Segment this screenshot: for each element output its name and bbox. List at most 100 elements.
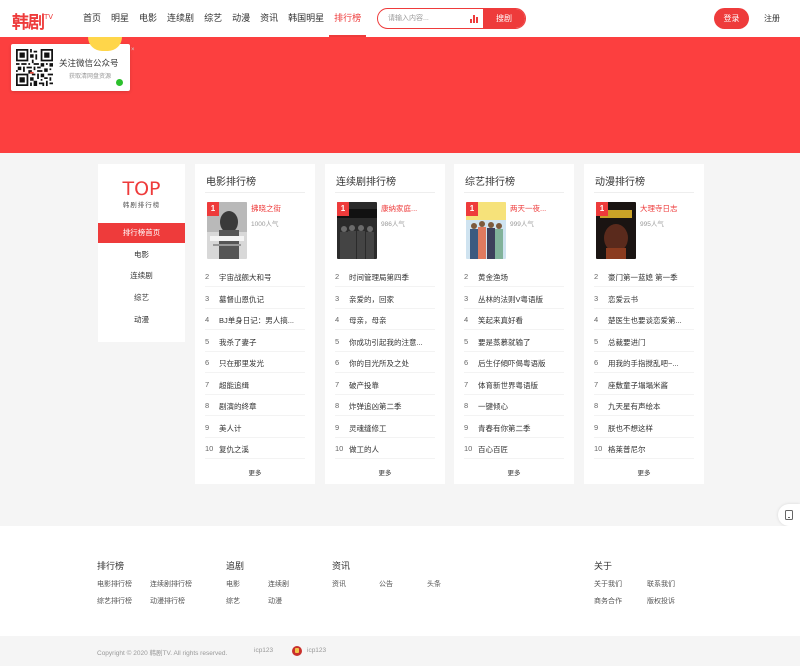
rank-title[interactable]: 黄金渔场 xyxy=(478,272,564,283)
top-item-title[interactable]: 拂晓之街 xyxy=(251,203,281,214)
rank-title[interactable]: 格莱普尼尔 xyxy=(608,444,694,455)
side-item-home[interactable]: 排行榜首页 xyxy=(98,223,185,243)
footer-link[interactable]: 动漫排行榜 xyxy=(150,596,185,606)
rank-title[interactable]: 超能追缉 xyxy=(219,380,305,391)
rank-row[interactable]: 9 青春有你第二季 xyxy=(464,417,564,438)
search-button[interactable]: 搜剧 xyxy=(483,9,525,28)
rank-title[interactable]: 楚医生也要谈恋爱第... xyxy=(608,315,694,326)
rank-row[interactable]: 5 总裁要进门 xyxy=(594,331,694,352)
footer-link[interactable]: 头条 xyxy=(427,579,441,589)
rank-row[interactable]: 7 超能追缉 xyxy=(205,374,305,395)
rank-row[interactable]: 2 宇宙战舰大和号 xyxy=(205,266,305,287)
footer-link[interactable]: 电影 xyxy=(226,579,240,589)
footer-link[interactable]: 连续剧 xyxy=(268,579,289,589)
rank-row[interactable]: 2 黄金渔场 xyxy=(464,266,564,287)
footer-link[interactable]: 版权投诉 xyxy=(647,596,675,606)
more-link[interactable]: 更多 xyxy=(325,467,445,477)
footer-link[interactable]: 综艺排行榜 xyxy=(97,596,132,606)
top-ranked-item[interactable]: 1 康纳家庭... 986人气 xyxy=(335,200,439,260)
rank-row[interactable]: 10 复仇之溪 xyxy=(205,438,305,459)
search-input[interactable] xyxy=(388,12,468,25)
rank-title[interactable]: 一键倾心 xyxy=(478,401,564,412)
card-title[interactable]: 动漫排行榜 xyxy=(595,173,645,188)
poster-image[interactable]: 1 xyxy=(596,202,636,259)
footer-link[interactable]: 资讯 xyxy=(332,579,346,589)
nav-item-anime[interactable]: 动漫 xyxy=(227,0,255,37)
rank-title[interactable]: 豪门第一蓝媳 第一季 xyxy=(608,272,694,283)
register-link[interactable]: 注册 xyxy=(764,13,780,24)
rank-title[interactable]: 恋爱云书 xyxy=(608,294,694,305)
nav-item-movies[interactable]: 电影 xyxy=(134,0,162,37)
rank-row[interactable]: 10 格莱普尼尔 xyxy=(594,438,694,459)
rank-title[interactable]: 宇宙战舰大和号 xyxy=(219,272,305,283)
nav-item-stars[interactable]: 明星 xyxy=(106,0,134,37)
rank-title[interactable]: 灵魂缝修工 xyxy=(349,423,435,434)
nav-item-news[interactable]: 资讯 xyxy=(255,0,283,37)
card-title[interactable]: 综艺排行榜 xyxy=(465,173,515,188)
rank-row[interactable]: 6 你的目光所及之处 xyxy=(335,352,435,373)
rank-title[interactable]: 笑起来真好看 xyxy=(478,315,564,326)
rank-title[interactable]: 墓督山恩仇记 xyxy=(219,294,305,305)
rank-row[interactable]: 9 灵魂缝修工 xyxy=(335,417,435,438)
icp-police-link[interactable]: icp123 xyxy=(307,647,326,654)
more-link[interactable]: 更多 xyxy=(584,467,704,477)
rank-row[interactable]: 3 恋爱云书 xyxy=(594,288,694,309)
nav-item-variety[interactable]: 综艺 xyxy=(199,0,227,37)
rank-row[interactable]: 5 要是蒸慕就输了 xyxy=(464,331,564,352)
top-ranked-item[interactable]: 1 大理寺日志 995人气 xyxy=(594,200,698,260)
rank-row[interactable]: 5 你成功引起我的注意... xyxy=(335,331,435,352)
rank-row[interactable]: 4 BJ单身日记：男人搞... xyxy=(205,309,305,330)
rank-title[interactable]: 母亲，母亲 xyxy=(349,315,435,326)
rank-row[interactable]: 7 座敷童子塌塌米酱 xyxy=(594,374,694,395)
rank-row[interactable]: 3 丛林的法则V粤语版 xyxy=(464,288,564,309)
rank-row[interactable]: 8 一键倾心 xyxy=(464,395,564,416)
rank-row[interactable]: 10 做工的人 xyxy=(335,438,435,459)
top-ranked-item[interactable]: 1 拂晓之街 1000人气 xyxy=(205,200,309,260)
rank-title[interactable]: 只在那里发光 xyxy=(219,358,305,369)
more-link[interactable]: 更多 xyxy=(195,467,315,477)
rank-title[interactable]: 你成功引起我的注意... xyxy=(349,337,435,348)
top-item-title[interactable]: 大理寺日志 xyxy=(640,203,678,214)
rank-title[interactable]: 青春有你第二季 xyxy=(478,423,564,434)
rank-title[interactable]: 用我的手指搅乱吧~... xyxy=(608,358,694,369)
nav-item-series[interactable]: 连续剧 xyxy=(162,0,199,37)
poster-image[interactable]: 1 xyxy=(337,202,377,259)
more-link[interactable]: 更多 xyxy=(454,467,574,477)
footer-link[interactable]: 电影排行榜 xyxy=(97,579,132,589)
rank-row[interactable]: 4 母亲，母亲 xyxy=(335,309,435,330)
rank-row[interactable]: 8 炸弹追凶第二季 xyxy=(335,395,435,416)
rank-row[interactable]: 2 时间管理局第四季 xyxy=(335,266,435,287)
rank-row[interactable]: 3 亲爱的，回家 xyxy=(335,288,435,309)
rank-title[interactable]: 破产投靠 xyxy=(349,380,435,391)
rank-title[interactable]: 亲爱的，回家 xyxy=(349,294,435,305)
bar-chart-icon[interactable] xyxy=(470,15,478,23)
rank-title[interactable]: 丛林的法则V粤语版 xyxy=(478,294,564,305)
rank-title[interactable]: 体育新世界粤语版 xyxy=(478,380,564,391)
rank-title[interactable]: 百心百匠 xyxy=(478,444,564,455)
rank-row[interactable]: 8 九天星有声绘本 xyxy=(594,395,694,416)
rank-row[interactable]: 7 体育新世界粤语版 xyxy=(464,374,564,395)
rank-title[interactable]: 复仇之溪 xyxy=(219,444,305,455)
rank-title[interactable]: 总裁要进门 xyxy=(608,337,694,348)
footer-link[interactable]: 关于我们 xyxy=(594,579,622,589)
login-button[interactable]: 登录 xyxy=(714,8,749,29)
rank-row[interactable]: 4 笑起来真好看 xyxy=(464,309,564,330)
footer-link[interactable]: 联系我们 xyxy=(647,579,675,589)
rank-row[interactable]: 6 只在那里发光 xyxy=(205,352,305,373)
rank-title[interactable]: 朕也不想这样 xyxy=(608,423,694,434)
side-item-movies[interactable]: 电影 xyxy=(98,245,185,265)
rank-title[interactable]: 你的目光所及之处 xyxy=(349,358,435,369)
top-item-title[interactable]: 康纳家庭... xyxy=(381,203,417,214)
site-logo[interactable]: 韩剧TV xyxy=(12,8,64,33)
rank-title[interactable]: 剧演的终章 xyxy=(219,401,305,412)
rank-title[interactable]: 时间管理局第四季 xyxy=(349,272,435,283)
nav-item-rankings[interactable]: 排行榜 xyxy=(329,0,367,37)
rank-row[interactable]: 9 朕也不想这样 xyxy=(594,417,694,438)
rank-title[interactable]: 做工的人 xyxy=(349,444,435,455)
rank-title[interactable]: 美人计 xyxy=(219,423,305,434)
card-title[interactable]: 连续剧排行榜 xyxy=(336,173,396,188)
rank-row[interactable]: 5 我杀了妻子 xyxy=(205,331,305,352)
rank-title[interactable]: BJ单身日记：男人搞... xyxy=(219,315,305,326)
rank-row[interactable]: 7 破产投靠 xyxy=(335,374,435,395)
icp-link[interactable]: icp123 xyxy=(254,647,273,654)
